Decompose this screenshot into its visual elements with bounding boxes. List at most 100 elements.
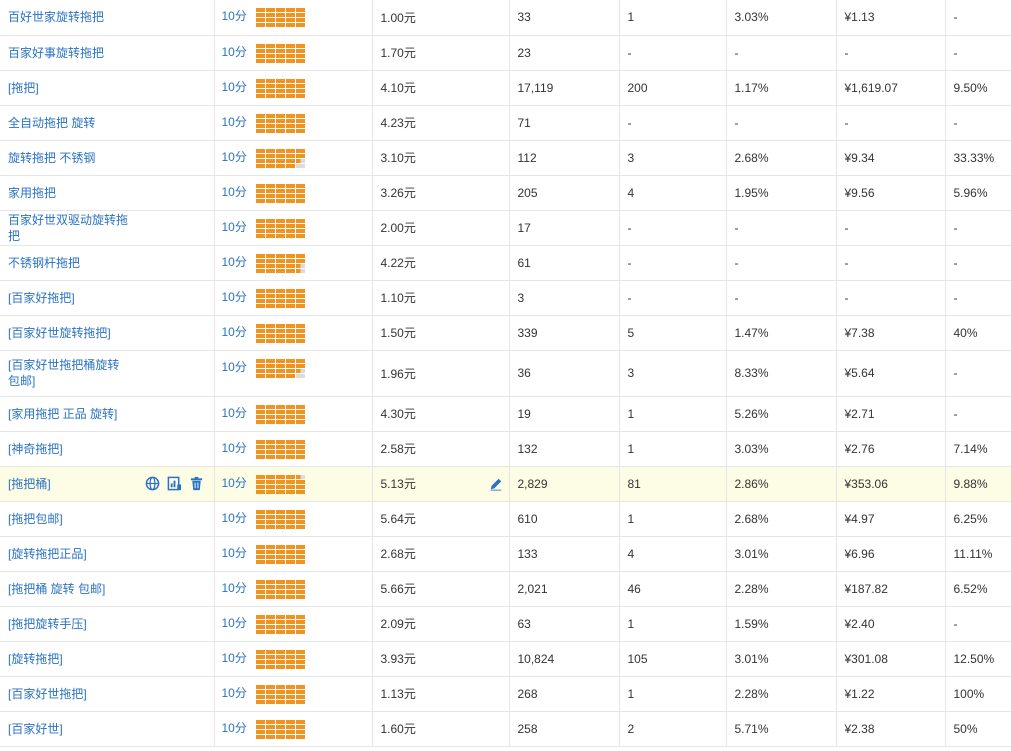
keyword-cell[interactable]: [百家好世拖把] xyxy=(0,676,215,712)
keyword-cell[interactable]: 百家好事旋转拖把 xyxy=(0,35,215,71)
table-row: [旋转拖把正品] 10分 2.68元 133 4 3.01% ¥6.96 11.… xyxy=(0,536,1011,572)
keyword-link[interactable]: 不锈钢杆拖把 xyxy=(8,255,80,271)
ctr-cell: 3.01% xyxy=(726,641,837,677)
bid-price-cell: 4.23元 xyxy=(372,105,510,141)
keyword-link[interactable]: [旋转拖把正品] xyxy=(8,546,87,562)
keyword-link[interactable]: [百家好世拖把桶旋转 包邮] xyxy=(8,357,134,389)
conversion-cell: 5.96% xyxy=(945,175,1011,211)
score-bar-segment xyxy=(265,694,275,699)
keyword-link[interactable]: [拖把桶] xyxy=(8,476,51,492)
ctr-cell: - xyxy=(726,35,837,71)
keyword-cell[interactable]: 百家好世双驱动旋转拖把 xyxy=(0,210,215,246)
keyword-cell[interactable]: 家用拖把 xyxy=(0,175,215,211)
keyword-cell[interactable]: 不锈钢杆拖把 xyxy=(0,245,215,281)
score-bar-segment xyxy=(285,13,295,17)
keyword-link[interactable]: 百家好世双驱动旋转拖把 xyxy=(8,212,134,244)
score-bar-segment xyxy=(255,629,265,634)
ctr-cell: 2.68% xyxy=(726,501,837,537)
score-bar-segment xyxy=(275,148,285,153)
quality-score-cell: 10分 xyxy=(214,70,373,106)
chart-icon[interactable] xyxy=(167,476,182,491)
keyword-cell[interactable]: [家用拖把 正品 旋转] xyxy=(0,396,215,432)
cost-cell: ¥301.08 xyxy=(836,641,946,677)
cost-cell: - xyxy=(836,35,946,71)
ctr-cell: 8.33% xyxy=(726,350,837,397)
keyword-link[interactable]: [百家好世] xyxy=(8,721,63,737)
score-bar-segment xyxy=(285,444,295,449)
score-bar-segment xyxy=(295,419,305,424)
score-bar-segment xyxy=(255,449,265,454)
keyword-cell[interactable]: 百好世家旋转拖把 xyxy=(0,0,215,36)
score-bar-segment xyxy=(265,724,275,729)
table-row: [拖把] 10分 4.10元 17,119 200 1.17% ¥1,619.0… xyxy=(0,70,1011,106)
keyword-link[interactable]: 家用拖把 xyxy=(8,185,56,201)
keyword-link[interactable]: 旋转拖把 不锈钢 xyxy=(8,150,95,166)
trash-icon[interactable] xyxy=(189,476,204,491)
score-bar-segment xyxy=(285,694,295,699)
score-bar-segment xyxy=(265,629,275,634)
keyword-cell[interactable]: [神奇拖把] xyxy=(0,431,215,467)
impressions-cell: 36 xyxy=(509,350,620,397)
score-bar-segment xyxy=(295,724,305,729)
keyword-link[interactable]: [拖把旋转手压] xyxy=(8,616,87,632)
keyword-cell[interactable]: [百家好世拖把桶旋转 包邮] xyxy=(0,350,215,397)
impressions-cell: 2,021 xyxy=(509,571,620,607)
keyword-link[interactable]: [百家好世旋转拖把] xyxy=(8,325,111,341)
clicks-cell: - xyxy=(619,210,727,246)
cost-cell: ¥1.22 xyxy=(836,676,946,712)
score-bar-segment xyxy=(265,664,275,669)
keyword-cell[interactable]: 全自动拖把 旋转 xyxy=(0,105,215,141)
score-bar-segment xyxy=(275,228,285,233)
keyword-link[interactable]: [百家好拖把] xyxy=(8,290,75,306)
quality-score-label: 10分 xyxy=(221,254,247,269)
score-bar-segment xyxy=(295,514,305,519)
score-bar-segment xyxy=(275,544,285,549)
keyword-link[interactable]: [家用拖把 正品 旋转] xyxy=(8,406,117,422)
keyword-link[interactable]: [拖把桶 旋转 包邮] xyxy=(8,581,105,597)
keyword-cell[interactable]: [百家好拖把] xyxy=(0,280,215,316)
keyword-link[interactable]: [百家好世拖把] xyxy=(8,686,87,702)
keyword-cell[interactable]: [拖把包邮] xyxy=(0,501,215,537)
score-bar-segment xyxy=(285,474,295,479)
keyword-link[interactable]: 全自动拖把 旋转 xyxy=(8,115,95,131)
table-row: [拖把包邮] 10分 5.64元 610 1 2.68% ¥4.97 6.25% xyxy=(0,501,1011,537)
score-bar-segment xyxy=(295,113,305,118)
score-bar-segment xyxy=(285,328,295,333)
keyword-cell[interactable]: [拖把桶 旋转 包邮] xyxy=(0,571,215,607)
keyword-cell[interactable]: [百家好世] xyxy=(0,711,215,747)
score-bar-segment xyxy=(255,88,265,93)
keyword-link[interactable]: [神奇拖把] xyxy=(8,441,63,457)
score-bar-segment xyxy=(265,83,275,88)
score-bar-segment xyxy=(295,699,305,704)
keyword-cell[interactable]: [拖把桶] xyxy=(0,466,215,502)
keyword-link[interactable]: 百好世家旋转拖把 xyxy=(8,9,104,25)
score-bar-segment xyxy=(285,153,295,158)
edit-pencil-icon[interactable] xyxy=(489,477,503,491)
quality-score-label: 10分 xyxy=(221,149,247,164)
score-bar-segment xyxy=(275,123,285,128)
score-bar-segment xyxy=(255,323,265,328)
score-bar-segment xyxy=(285,724,295,729)
conversion-cell: - xyxy=(945,105,1011,141)
score-bar-segment xyxy=(285,118,295,123)
keyword-cell[interactable]: [拖把旋转手压] xyxy=(0,606,215,642)
quality-score-cell: 10分 xyxy=(214,501,373,537)
keyword-link[interactable]: [拖把包邮] xyxy=(8,511,63,527)
keyword-cell[interactable]: [拖把] xyxy=(0,70,215,106)
keyword-link[interactable]: [旋转拖把] xyxy=(8,651,63,667)
score-bar-segment xyxy=(285,544,295,549)
globe-icon[interactable] xyxy=(145,476,160,491)
score-bar-segment xyxy=(255,48,265,53)
keyword-link[interactable]: 百家好事旋转拖把 xyxy=(8,45,104,61)
score-bar-segment xyxy=(255,519,265,524)
quality-score-bar xyxy=(255,183,306,204)
keyword-cell[interactable]: [旋转拖把] xyxy=(0,641,215,677)
keyword-link[interactable]: [拖把] xyxy=(8,80,39,96)
score-bar-segment xyxy=(255,694,265,699)
keyword-cell[interactable]: 旋转拖把 不锈钢 xyxy=(0,140,215,176)
keyword-cell[interactable]: [百家好世旋转拖把] xyxy=(0,315,215,351)
keyword-cell[interactable]: [旋转拖把正品] xyxy=(0,536,215,572)
ctr-cell: 2.86% xyxy=(726,466,837,502)
quality-score-bar xyxy=(255,474,306,495)
clicks-cell: 1 xyxy=(619,0,727,36)
